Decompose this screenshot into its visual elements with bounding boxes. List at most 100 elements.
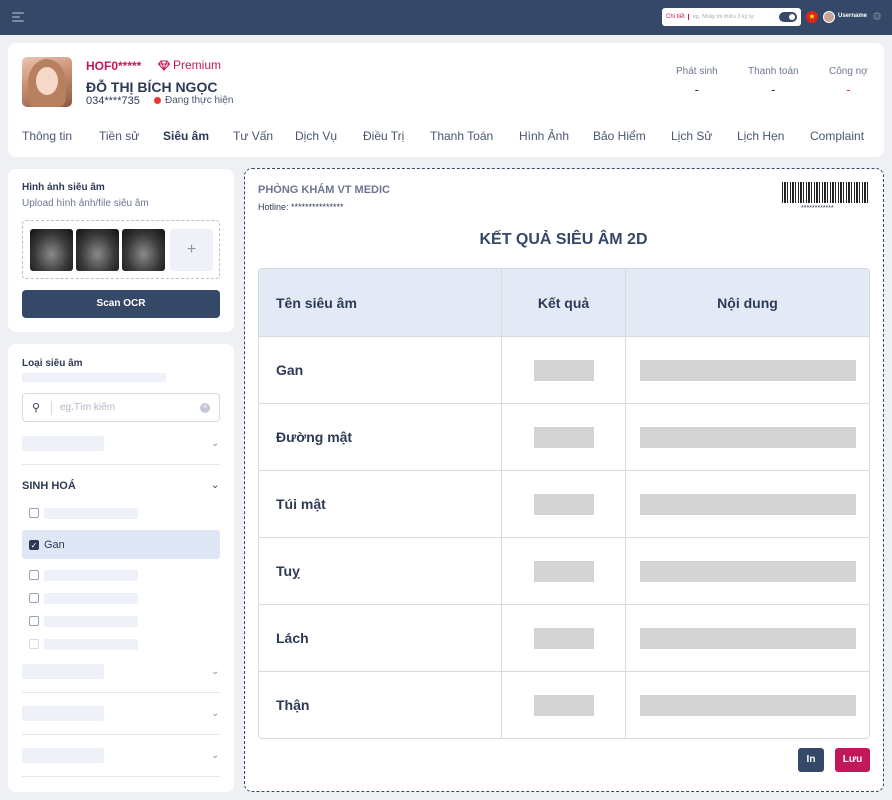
username[interactable]: Username	[838, 13, 867, 19]
table-header: Tên siêu âm Kết quả Nội dung	[259, 269, 869, 336]
patient-name: ĐỖ THỊ BÍCH NGỌC	[86, 79, 218, 95]
row-label: Thận	[259, 672, 502, 738]
table-row: Tuỵ	[259, 537, 869, 604]
column-header: Tên siêu âm	[259, 269, 502, 336]
placeholder-bar	[22, 664, 104, 679]
barcode-number: ************	[801, 205, 834, 212]
table-row: Đường mật	[259, 403, 869, 470]
chevron-down-icon[interactable]: ⌄	[211, 438, 219, 449]
table-row: Túi mật	[259, 470, 869, 537]
placeholder-bar	[44, 508, 138, 519]
tab-complaint[interactable]: Complaint	[810, 129, 864, 143]
row-label: Tuỵ	[259, 538, 502, 604]
avatar[interactable]	[823, 11, 835, 23]
tab-thanh-toan[interactable]: Thanh Toán	[430, 129, 519, 143]
menu-icon[interactable]	[12, 12, 24, 22]
checkbox[interactable]	[29, 570, 39, 580]
checkbox[interactable]	[29, 639, 39, 649]
save-button[interactable]: Lưu	[835, 748, 870, 772]
content-field[interactable]	[639, 627, 856, 649]
table-row: Gan	[259, 336, 869, 403]
ultrasound-thumbnail[interactable]	[122, 229, 165, 271]
global-search-input[interactable]: eg. Nhập tối thiểu 3 ký tự	[693, 14, 779, 20]
ultrasound-upload-card: Hình ảnh siêu âm Upload hình ảnh/file si…	[8, 169, 234, 332]
vietnam-flag-icon[interactable]: ★	[806, 11, 818, 23]
content-field[interactable]	[639, 359, 856, 381]
column-header: Nội dung	[717, 294, 778, 311]
placeholder-bar	[22, 748, 104, 763]
result-field[interactable]	[533, 426, 594, 448]
tab-dieu-tri[interactable]: Điều Trị	[363, 129, 430, 143]
result-table: Tên siêu âm Kết quả Nội dung Gan Đường m…	[258, 268, 870, 739]
scan-ocr-button[interactable]: Scan OCR	[22, 290, 220, 318]
checkbox[interactable]	[29, 508, 39, 518]
tab-thong-tin[interactable]: Thông tin	[22, 129, 99, 143]
print-button[interactable]: In	[798, 748, 824, 772]
tab-tien-su[interactable]: Tiền sử	[99, 129, 163, 143]
premium-badge: Premium	[158, 58, 221, 72]
result-field[interactable]	[533, 359, 594, 381]
search-filter-tag[interactable]: Chi tiết	[666, 14, 689, 20]
finance-value: -	[694, 82, 700, 97]
placeholder-bar	[44, 616, 138, 627]
clinic-hotline: Hotline: ***************	[258, 202, 344, 212]
column-header: Kết quả	[502, 269, 626, 336]
tab-lich-su[interactable]: Lịch Sử	[671, 129, 737, 143]
ultrasound-thumbnail[interactable]	[30, 229, 73, 271]
checkbox[interactable]	[29, 593, 39, 603]
divider	[22, 464, 220, 465]
chevron-down-icon[interactable]: ⌄	[211, 666, 219, 677]
upload-subtitle: Upload hình ảnh/file siêu âm	[22, 198, 149, 209]
placeholder-bar	[44, 639, 138, 650]
chevron-down-icon[interactable]: ⌄	[211, 480, 219, 491]
finance-label: Phát sinh	[676, 66, 718, 77]
placeholder-bar	[22, 373, 166, 382]
tab-hinh-anh[interactable]: Hình Ảnh	[519, 129, 593, 143]
finance-paid: Thanh toán -	[748, 66, 799, 97]
patient-code: HOF0*****	[86, 59, 142, 73]
row-label: Lách	[259, 605, 502, 671]
tab-tu-van[interactable]: Tư Vấn	[233, 129, 295, 143]
result-field[interactable]	[533, 627, 594, 649]
ultrasound-thumbnail[interactable]	[76, 229, 119, 271]
tab-dich-vu[interactable]: Dịch Vụ	[295, 129, 363, 143]
divider	[22, 776, 220, 777]
type-search-input[interactable]: eg.Tìm kiếm	[60, 402, 115, 413]
upload-dropzone[interactable]: +	[22, 220, 220, 279]
result-field[interactable]	[533, 694, 594, 716]
chevron-down-icon[interactable]: ⌄	[211, 708, 219, 719]
placeholder-bar	[22, 706, 104, 721]
table-row: Thận	[259, 671, 869, 738]
checkbox[interactable]	[29, 616, 39, 626]
placeholder-bar	[44, 570, 138, 581]
patient-photo	[22, 57, 72, 107]
finance-value: -	[771, 82, 776, 97]
global-search[interactable]: Chi tiết eg. Nhập tối thiểu 3 ký tự	[662, 8, 801, 26]
gear-icon[interactable]: ⚙	[872, 11, 882, 23]
upload-title: Hình ảnh siêu âm	[22, 182, 105, 193]
type-search[interactable]: ⚲ eg.Tìm kiếm ×	[22, 393, 220, 422]
clinic-name: PHÒNG KHÁM VT MEDIC	[258, 184, 390, 196]
tab-sieu-am[interactable]: Siêu âm	[163, 129, 233, 143]
checkbox-checked[interactable]: ✓	[29, 540, 39, 550]
finance-value: -	[846, 82, 851, 97]
clear-icon[interactable]: ×	[200, 403, 210, 413]
tab-bao-hiem[interactable]: Bảo Hiểm	[593, 129, 671, 143]
content-field[interactable]	[639, 426, 856, 448]
finance-incurred: Phát sinh -	[676, 66, 718, 97]
patient-tabs: Thông tin Tiền sử Siêu âm Tư Vấn Dịch Vụ…	[22, 129, 864, 143]
search-toggle[interactable]	[779, 12, 797, 22]
finance-debt: Công nợ -	[829, 66, 868, 97]
barcode-icon	[782, 182, 870, 203]
add-image-button[interactable]: +	[170, 229, 213, 271]
placeholder-bar	[22, 436, 104, 451]
content-field[interactable]	[639, 694, 856, 716]
result-field[interactable]	[533, 560, 594, 582]
patient-card: HOF0***** Premium ĐỖ THỊ BÍCH NGỌC 034**…	[8, 43, 884, 157]
tab-lich-hen[interactable]: Lịch Hẹn	[737, 129, 810, 143]
result-field[interactable]	[533, 493, 594, 515]
section-title[interactable]: SINH HOÁ	[22, 480, 76, 492]
content-field[interactable]	[639, 493, 856, 515]
chevron-down-icon[interactable]: ⌄	[211, 750, 219, 761]
content-field[interactable]	[639, 560, 856, 582]
